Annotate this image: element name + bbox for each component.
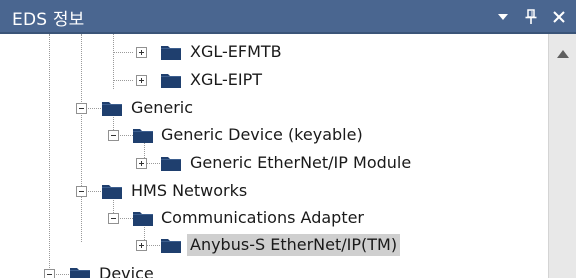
tree-item-label: Communications Adapter xyxy=(161,208,365,227)
tree-item-label: Device xyxy=(99,264,154,278)
vertical-scrollbar[interactable] xyxy=(548,34,576,278)
expand-icon[interactable] xyxy=(136,47,147,58)
dropdown-icon[interactable] xyxy=(494,8,512,26)
folder-icon xyxy=(160,236,182,254)
expand-icon[interactable] xyxy=(136,158,147,169)
tree-item-label: Generic EtherNet/IP Module xyxy=(190,153,412,172)
tree-item-label: Anybus-S EtherNet/IP(TM) xyxy=(187,234,401,256)
collapse-icon[interactable] xyxy=(76,103,87,114)
tree-item-label: Generic Device (keyable) xyxy=(161,125,363,144)
folder-icon xyxy=(132,209,154,227)
folder-icon xyxy=(160,154,182,172)
panel-title: EDS 정보 xyxy=(12,10,85,30)
tree-line xyxy=(49,34,50,278)
eds-info-panel: EDS 정보 XGL-EFMTB XGL-EIPT Generic Generi… xyxy=(0,0,576,278)
collapse-icon[interactable] xyxy=(108,213,119,224)
pin-icon[interactable] xyxy=(522,8,540,26)
tree-line xyxy=(113,80,133,81)
folder-icon xyxy=(101,99,123,117)
collapse-icon[interactable] xyxy=(108,130,119,141)
folder-icon xyxy=(160,71,182,89)
folder-icon xyxy=(160,43,182,61)
tree-item-label: HMS Networks xyxy=(131,181,248,200)
folder-icon xyxy=(132,126,154,144)
folder-icon xyxy=(101,182,123,200)
collapse-icon[interactable] xyxy=(76,186,87,197)
folder-icon xyxy=(69,265,91,278)
tree-line xyxy=(81,34,82,242)
tree-item-label: XGL-EFMTB xyxy=(190,42,282,61)
panel-titlebar: EDS 정보 xyxy=(0,0,576,34)
expand-icon[interactable] xyxy=(136,75,147,86)
expand-icon[interactable] xyxy=(136,240,147,251)
scroll-up-arrow-icon[interactable] xyxy=(556,44,570,58)
tree-line xyxy=(113,52,133,53)
tree-item-label: Generic xyxy=(131,98,194,117)
close-icon[interactable] xyxy=(550,8,568,26)
collapse-icon[interactable] xyxy=(44,269,55,278)
eds-tree[interactable]: XGL-EFMTB XGL-EIPT Generic Generic Devic… xyxy=(0,34,548,278)
tree-item-label: XGL-EIPT xyxy=(190,70,263,89)
